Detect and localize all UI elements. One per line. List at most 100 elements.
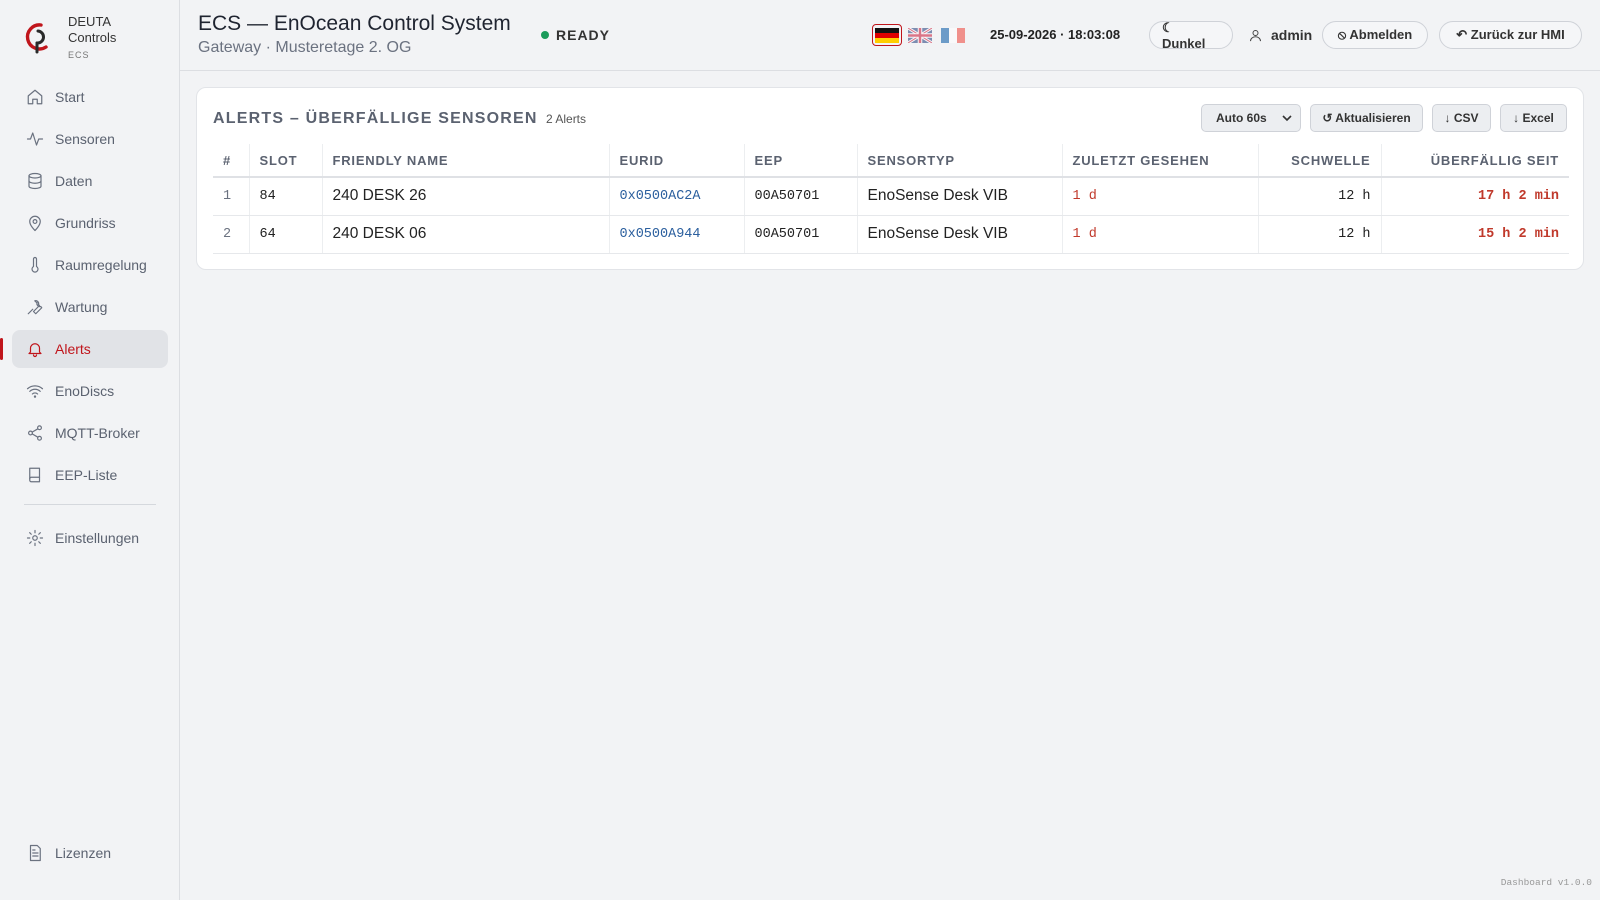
back-to-hmi-button[interactable]: ↶ Zurück zur HMI xyxy=(1439,21,1582,49)
sidebar-item-wartung[interactable]: Wartung xyxy=(12,288,168,326)
wrench-icon xyxy=(27,300,43,315)
brand-sub: ECS xyxy=(68,50,90,60)
flag-uk-icon[interactable] xyxy=(905,24,935,46)
column-header-schwelle[interactable]: SCHWELLE xyxy=(1258,144,1382,178)
sidebar-item-enodiscs[interactable]: EnoDiscs xyxy=(12,372,168,410)
cell-overdue: 17 h 2 min xyxy=(1381,177,1569,216)
sidebar-item-label: Daten xyxy=(55,173,93,189)
brand-name: DEUTA xyxy=(68,14,112,29)
cell-index: 1 xyxy=(213,177,250,216)
cell-eep: 00A50701 xyxy=(744,177,858,216)
sidebar-item-alerts[interactable]: Alerts xyxy=(0,330,168,368)
sidebar-item-eep-liste[interactable]: EEP-Liste xyxy=(12,456,168,494)
sidebar-bottom: Lizenzen xyxy=(12,834,168,876)
user-icon xyxy=(1250,29,1261,41)
chevron-down-icon xyxy=(1282,115,1292,122)
theme-toggle-button[interactable]: ☾ Dunkel xyxy=(1149,20,1233,51)
cell-eurid-link[interactable]: 0x0500A944 xyxy=(609,215,745,254)
table-header-row: # SLOT FRIENDLY NAME EURID EEP SENSORTYP… xyxy=(213,144,1569,178)
bell-icon xyxy=(28,343,42,358)
sidebar-item-label: Grundriss xyxy=(55,215,116,231)
sidebar-item-daten[interactable]: Daten xyxy=(12,162,168,200)
cell-threshold: 12 h xyxy=(1258,215,1382,254)
gear-icon xyxy=(26,529,44,547)
sidebar-item-raumregelung[interactable]: Raumregelung xyxy=(12,246,168,284)
cell-overdue: 15 h 2 min xyxy=(1381,215,1569,254)
map-pin-icon xyxy=(29,215,41,232)
sidebar-nav: Start Sensoren Daten Grundriss Raumregel… xyxy=(0,78,168,561)
export-excel-button[interactable]: ↓ Excel xyxy=(1500,104,1567,132)
flag-de-icon[interactable] xyxy=(872,24,902,46)
logout-button[interactable]: ⦸ Abmelden xyxy=(1322,21,1428,49)
datetime: 25-09-2026 · 18:03:08 xyxy=(990,27,1121,42)
card-title: ALERTS – ÜBERFÄLLIGE SENSOREN xyxy=(213,110,538,127)
sidebar-item-label: MQTT-Broker xyxy=(55,425,140,441)
sidebar-item-label: Lizenzen xyxy=(55,845,112,861)
cell-eep: 00A50701 xyxy=(744,215,858,254)
column-header-slot[interactable]: SLOT xyxy=(249,144,323,178)
flag-fr-icon[interactable] xyxy=(938,24,968,46)
sidebar-item-label: Einstellungen xyxy=(55,530,140,546)
sidebar-item-lizenzen[interactable]: Lizenzen xyxy=(12,834,168,872)
refresh-interval-select[interactable]: Auto 60s xyxy=(1201,104,1301,132)
username: admin xyxy=(1271,27,1313,43)
book-icon xyxy=(29,467,41,483)
sidebar-item-grundriss[interactable]: Grundriss xyxy=(12,204,168,242)
sidebar-item-einstellungen[interactable]: Einstellungen xyxy=(12,519,168,557)
cell-slot: 84 xyxy=(249,177,323,216)
cell-slot: 64 xyxy=(249,215,323,254)
status-dot-icon xyxy=(541,31,549,39)
version-label: Dashboard v1.0.0 xyxy=(1500,877,1592,888)
database-icon xyxy=(28,172,42,190)
cell-sensortyp: EnoSense Desk VIB xyxy=(857,215,1063,254)
sidebar-item-sensoren[interactable]: Sensoren xyxy=(12,120,168,158)
column-header-ueberfaellig-seit[interactable]: ÜBERFÄLLIG SEIT xyxy=(1381,144,1569,178)
activity-icon xyxy=(26,132,44,146)
alerts-card: ALERTS – ÜBERFÄLLIGE SENSOREN 2 Alerts A… xyxy=(196,87,1584,270)
cell-last-seen: 1 d xyxy=(1062,215,1259,254)
language-switcher xyxy=(872,24,971,46)
file-icon xyxy=(29,844,41,862)
cell-index: 2 xyxy=(213,215,250,254)
column-header-eep[interactable]: EEP xyxy=(744,144,858,178)
cell-threshold: 12 h xyxy=(1258,177,1382,216)
column-header-eurid[interactable]: EURID xyxy=(609,144,745,178)
cell-eurid-link[interactable]: 0x0500AC2A xyxy=(609,177,745,216)
brand[interactable]: DEUTA Controls ECS xyxy=(24,14,116,63)
cell-friendly-name: 240 DESK 06 xyxy=(322,215,610,254)
home-icon xyxy=(27,89,43,105)
column-header-friendly-name[interactable]: FRIENDLY NAME xyxy=(322,144,610,178)
column-header-sensortyp[interactable]: SENSORTYP xyxy=(857,144,1063,178)
refresh-interval-value: Auto 60s xyxy=(1216,111,1267,125)
status-indicator: READY xyxy=(541,27,610,43)
sidebar-item-mqtt-broker[interactable]: MQTT-Broker xyxy=(12,414,168,452)
export-csv-button[interactable]: ↓ CSV xyxy=(1432,104,1491,132)
brand-name-2: Controls xyxy=(68,30,117,45)
thermometer-icon xyxy=(31,256,39,273)
alerts-count-badge: 2 Alerts xyxy=(546,112,587,126)
sidebar-item-start[interactable]: Start xyxy=(12,78,168,116)
cell-friendly-name: 240 DESK 26 xyxy=(322,177,610,216)
sidebar: DEUTA Controls ECS Start Sensoren Daten … xyxy=(0,0,180,900)
cell-last-seen: 1 d xyxy=(1062,177,1259,216)
column-header-zuletzt-gesehen[interactable]: ZULETZT GESEHEN xyxy=(1062,144,1259,178)
sidebar-item-label: EnoDiscs xyxy=(55,383,115,399)
refresh-button[interactable]: ↺ Aktualisieren xyxy=(1310,104,1423,132)
status-text: READY xyxy=(556,27,611,43)
wifi-icon xyxy=(26,385,44,398)
cell-sensortyp: EnoSense Desk VIB xyxy=(857,177,1063,216)
page-subtitle: Gateway · Musteretage 2. OG xyxy=(198,39,412,56)
page-title: ECS — EnOcean Control System xyxy=(198,12,511,35)
column-header-index[interactable]: # xyxy=(213,144,250,178)
table-row[interactable]: 1 84 240 DESK 26 0x0500AC2A 00A50701 Eno… xyxy=(213,177,1569,216)
alerts-table: # SLOT FRIENDLY NAME EURID EEP SENSORTYP… xyxy=(213,144,1569,254)
user-menu[interactable]: admin xyxy=(1248,27,1312,43)
sidebar-item-label: Alerts xyxy=(55,341,91,357)
deuta-logo-icon xyxy=(25,23,48,54)
sidebar-item-label: Start xyxy=(55,89,85,105)
sidebar-item-label: Wartung xyxy=(55,299,108,315)
sidebar-item-label: Sensoren xyxy=(55,131,115,147)
sidebar-item-label: Raumregelung xyxy=(55,257,147,273)
table-row[interactable]: 2 64 240 DESK 06 0x0500A944 00A50701 Eno… xyxy=(213,215,1569,254)
sidebar-divider xyxy=(24,504,156,505)
